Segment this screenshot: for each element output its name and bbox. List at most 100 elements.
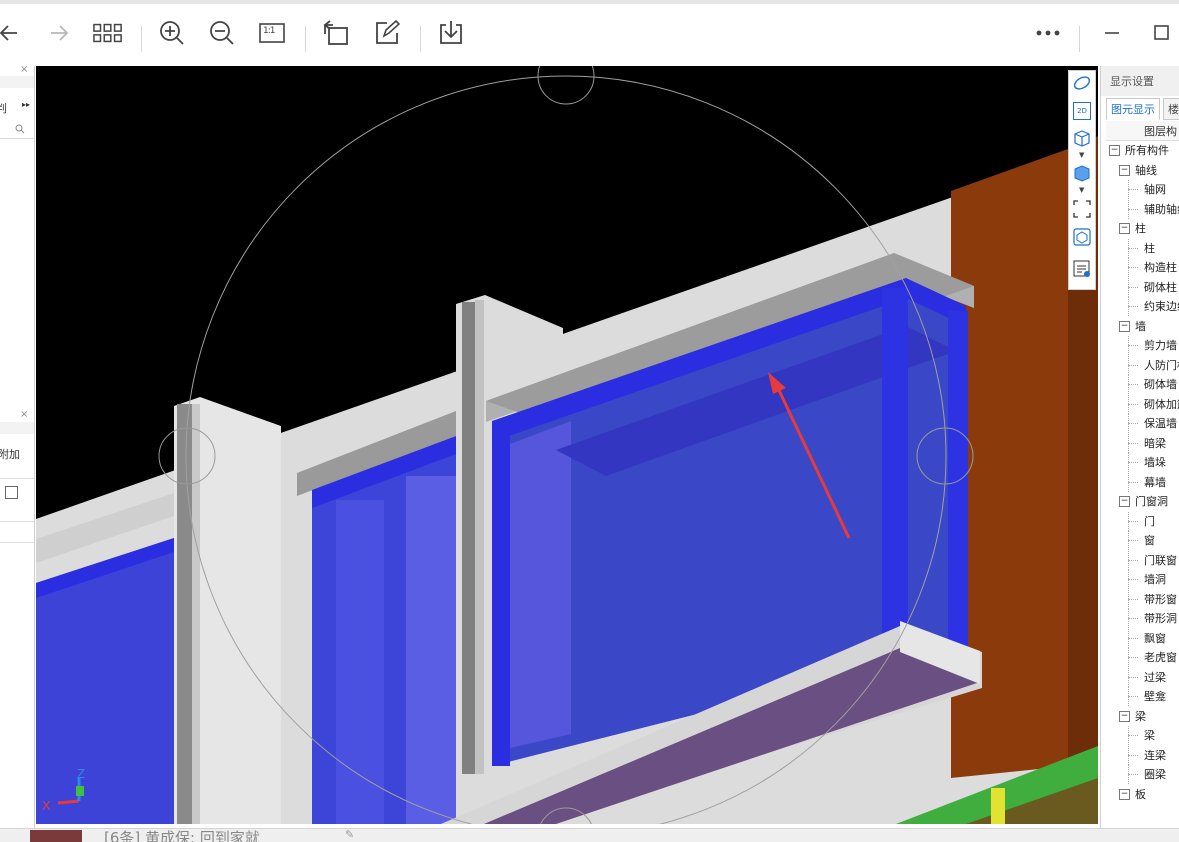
tree-item[interactable]: 墙垛 (1106, 453, 1179, 472)
tree-connector (1128, 754, 1138, 757)
search-icon[interactable] (15, 124, 25, 137)
checkbox[interactable] (5, 486, 18, 499)
tree-item[interactable]: − 轴线 (1106, 161, 1179, 180)
forward-button[interactable] (44, 18, 74, 48)
tree-item[interactable]: 砌体墙 (1106, 375, 1179, 394)
tree-item[interactable]: 窗 (1106, 531, 1179, 550)
orbit-tool[interactable] (1072, 73, 1092, 93)
panel-close-icon[interactable]: × (20, 409, 28, 420)
pilaster-highlight (192, 404, 200, 824)
save-button[interactable] (436, 18, 466, 48)
tree-connector (1128, 306, 1138, 308)
maximize-button[interactable] (1147, 18, 1177, 48)
axis-x-line (57, 799, 80, 805)
actual-size-button[interactable]: 1:1 (257, 18, 287, 48)
rotate-icon (323, 20, 348, 45)
3d-viewport[interactable]: X Z (36, 66, 1098, 824)
tree-item-label: 门 (1144, 514, 1155, 528)
building-3d-model[interactable]: X Z (36, 66, 1098, 824)
tree-item[interactable]: 幕墙 (1106, 472, 1179, 492)
attach-tab-fragment[interactable]: 附加 (0, 446, 20, 462)
minimize-button[interactable] (1097, 18, 1127, 48)
fit-view-tool[interactable] (1072, 199, 1092, 219)
2d-view-tool[interactable]: 2D (1072, 101, 1092, 121)
orbit-icon (1073, 76, 1091, 90)
tree-item-label: 带形洞 (1144, 612, 1177, 625)
tree-item[interactable]: 壁龛 (1106, 687, 1179, 706)
tree-item[interactable]: − 梁 (1106, 707, 1179, 726)
more-icon (1036, 30, 1060, 36)
rotate-button[interactable] (321, 18, 351, 48)
edit-icon (376, 20, 400, 44)
tree-item[interactable]: 带形窗 (1106, 589, 1179, 609)
collapse-toggle-icon[interactable]: − (1109, 145, 1120, 156)
panel-close-icon[interactable]: × (20, 64, 28, 75)
tree-item-label: 墙 (1135, 319, 1146, 333)
tree-connector (1128, 540, 1138, 542)
tree-connector (1128, 520, 1138, 523)
chevron-down-icon[interactable]: ▼ (1079, 186, 1084, 194)
expand-icon[interactable]: ▸▸ (22, 100, 30, 109)
chevron-down-icon[interactable]: ▼ (1079, 151, 1084, 159)
tree-item[interactable]: 连梁 (1106, 745, 1179, 765)
cube-outline-icon (1074, 130, 1090, 147)
components-tool[interactable] (1072, 227, 1092, 247)
collapse-toggle-icon[interactable]: − (1119, 223, 1130, 234)
pin-icon[interactable]: ✎ (345, 829, 354, 841)
collapse-toggle-icon[interactable]: − (1119, 496, 1130, 507)
tree-item[interactable]: 梁 (1106, 726, 1179, 745)
notification-text[interactable]: [6条] 黄成保: 回到家就 (104, 829, 260, 842)
tree-item-label: 过梁 (1144, 670, 1166, 684)
thumbnails-button[interactable] (93, 18, 123, 48)
left-tab-fragment[interactable]: 判 (0, 100, 7, 116)
tree-item[interactable]: − 板 (1106, 785, 1179, 804)
tree-item[interactable]: − 柱 (1106, 219, 1179, 238)
back-button[interactable] (0, 18, 24, 48)
more-button[interactable] (1033, 18, 1063, 48)
thumbnail-image[interactable] (30, 830, 82, 842)
tree-item[interactable]: 带形洞 (1106, 609, 1179, 628)
tree-item[interactable]: 飘窗 (1106, 628, 1179, 648)
collapse-toggle-icon[interactable]: − (1119, 320, 1130, 332)
tree-item[interactable]: 人防门框 (1106, 355, 1179, 375)
tree-item[interactable]: 辅助轴线 (1106, 199, 1179, 219)
tree-item[interactable]: 墙洞 (1106, 570, 1179, 589)
grid-icon (93, 23, 122, 43)
tree-item[interactable]: 轴网 (1106, 180, 1179, 199)
panel-header (0, 76, 34, 88)
tree-item[interactable]: 暗梁 (1106, 433, 1179, 453)
collapse-toggle-icon[interactable]: − (1119, 710, 1130, 722)
tab-floor[interactable]: 楼 (1163, 98, 1179, 120)
zoom-in-button[interactable] (157, 18, 187, 48)
tree-item-label: 保温墙 (1144, 417, 1177, 430)
toolbar-divider (1079, 26, 1080, 52)
shaded-view-tool[interactable] (1072, 163, 1092, 183)
tree-item[interactable]: 约束边缘 (1106, 297, 1179, 316)
display-settings-panel: 显示设置 图元显示 楼 图层构 −所有构件−轴线轴网辅助轴线−柱柱构造柱砌体柱约… (1100, 66, 1179, 828)
tree-item[interactable]: 圈梁 (1106, 765, 1179, 784)
zoom-out-icon (210, 21, 234, 45)
tree-item[interactable]: 构造柱 (1106, 258, 1179, 277)
tree-item[interactable]: − 所有构件 (1106, 141, 1179, 160)
tree-item[interactable]: 老虎窗 (1106, 648, 1179, 667)
tree-item[interactable]: 门联窗 (1106, 550, 1179, 570)
tree-item-label: 砌体加筋 (1144, 397, 1179, 411)
tree-item[interactable]: 门 (1106, 511, 1179, 531)
tree-connector (1128, 774, 1138, 776)
tab-element-display[interactable]: 图元显示 (1106, 98, 1160, 120)
3d-view-tool[interactable] (1072, 128, 1092, 148)
tree-item[interactable]: − 门窗洞 (1106, 492, 1179, 511)
edit-button[interactable] (372, 18, 402, 48)
zoom-out-button[interactable] (207, 18, 237, 48)
tree-item[interactable]: − 墙 (1106, 317, 1179, 336)
tree-item[interactable]: 剪力墙 (1106, 336, 1179, 355)
tree-item[interactable]: 砌体加筋 (1106, 394, 1179, 414)
tree-item-label: 剪力墙 (1144, 339, 1177, 352)
tree-item[interactable]: 保温墙 (1106, 414, 1179, 433)
tree-item[interactable]: 过梁 (1106, 667, 1179, 687)
tree-item[interactable]: 砌体柱 (1106, 277, 1179, 297)
collapse-toggle-icon[interactable]: − (1119, 164, 1130, 176)
tree-item[interactable]: 柱 (1106, 238, 1179, 258)
collapse-toggle-icon[interactable]: − (1119, 788, 1130, 800)
settings-list-tool[interactable] (1072, 259, 1092, 279)
